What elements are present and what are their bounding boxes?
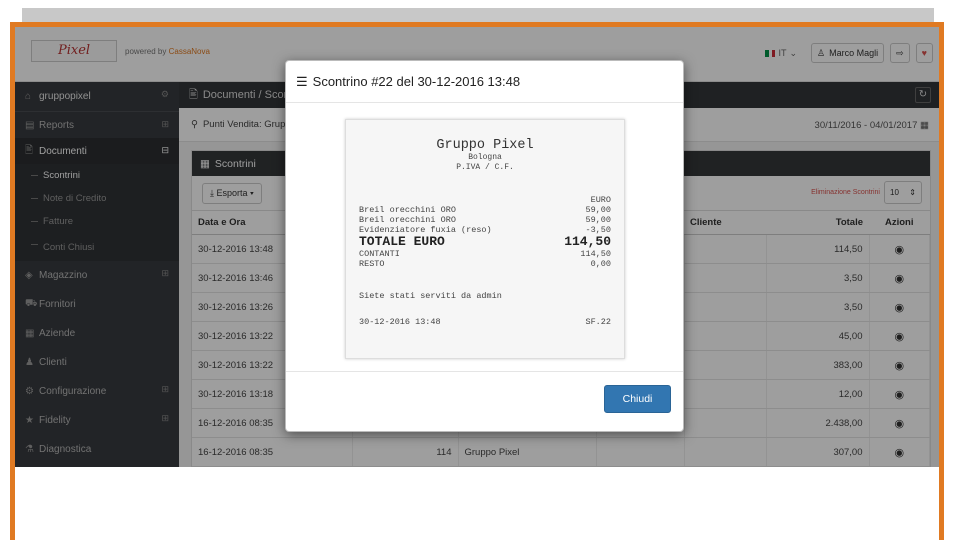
receipt-total: 114,50: [564, 234, 611, 249]
modal-title-bar: ☰ Scontrino #22 del 30-12-2016 13:48: [286, 61, 683, 103]
close-button[interactable]: Chiudi: [604, 385, 671, 413]
receipt-change-line: RESTO 0,00: [346, 259, 624, 269]
receipt-vat: P.IVA / C.F.: [456, 163, 514, 172]
receipt-change-label: RESTO: [359, 259, 385, 269]
receipt-currency: EURO: [590, 195, 611, 205]
receipt-company: Gruppo Pixel: [436, 138, 534, 153]
receipt-modal: ☰ Scontrino #22 del 30-12-2016 13:48 Grup…: [285, 60, 684, 432]
receipt-served-line: Siete stati serviti da admin: [346, 291, 624, 301]
receipt-footer-line: 30-12-2016 13:48 SF.22: [346, 317, 624, 327]
receipt-total-line: TOTALE EURO 114,50: [346, 235, 624, 249]
receipt-cash-label: CONTANTI: [359, 249, 400, 259]
screenshot-frame: Pixel powered by CassaNova IT ⌄ ♙ Marco M…: [10, 22, 944, 540]
receipt-code: SF.22: [585, 317, 611, 327]
receipt-line-amount: 59,00: [585, 205, 611, 215]
receipt-total-label: TOTALE EURO: [359, 234, 445, 249]
app-window: Pixel powered by CassaNova IT ⌄ ♙ Marco M…: [15, 27, 939, 467]
receipt-line-desc: Breil orecchini ORO: [359, 205, 456, 215]
receipt-line: Breil orecchini ORO 59,00: [346, 205, 624, 215]
receipt-currency-line: EURO: [346, 195, 624, 205]
receipt-datetime: 30-12-2016 13:48: [359, 317, 441, 327]
receipt-line: Breil orecchini ORO 59,00: [346, 215, 624, 225]
receipt-served: Siete stati serviti da admin: [359, 291, 502, 301]
receipt-city: Bologna: [468, 153, 502, 162]
receipt-header: Gruppo Pixel Bologna P.IVA / C.F.: [346, 138, 624, 173]
list-icon: ☰: [296, 73, 308, 89]
receipt-preview: Gruppo Pixel Bologna P.IVA / C.F. EURO B…: [345, 119, 625, 359]
modal-title: Scontrino #22 del 30-12-2016 13:48: [312, 74, 521, 89]
modal-footer: Chiudi: [286, 371, 683, 433]
receipt-lines: Breil orecchini ORO 59,00 Breil orecchini …: [346, 205, 624, 235]
receipt-line-desc: Breil orecchini ORO: [359, 215, 456, 225]
top-gray-bar: [22, 8, 934, 22]
receipt-cash: 114,50: [580, 249, 611, 259]
receipt-cash-line: CONTANTI 114,50: [346, 249, 624, 259]
receipt-change: 0,00: [590, 259, 611, 269]
receipt-line-amount: 59,00: [585, 215, 611, 225]
